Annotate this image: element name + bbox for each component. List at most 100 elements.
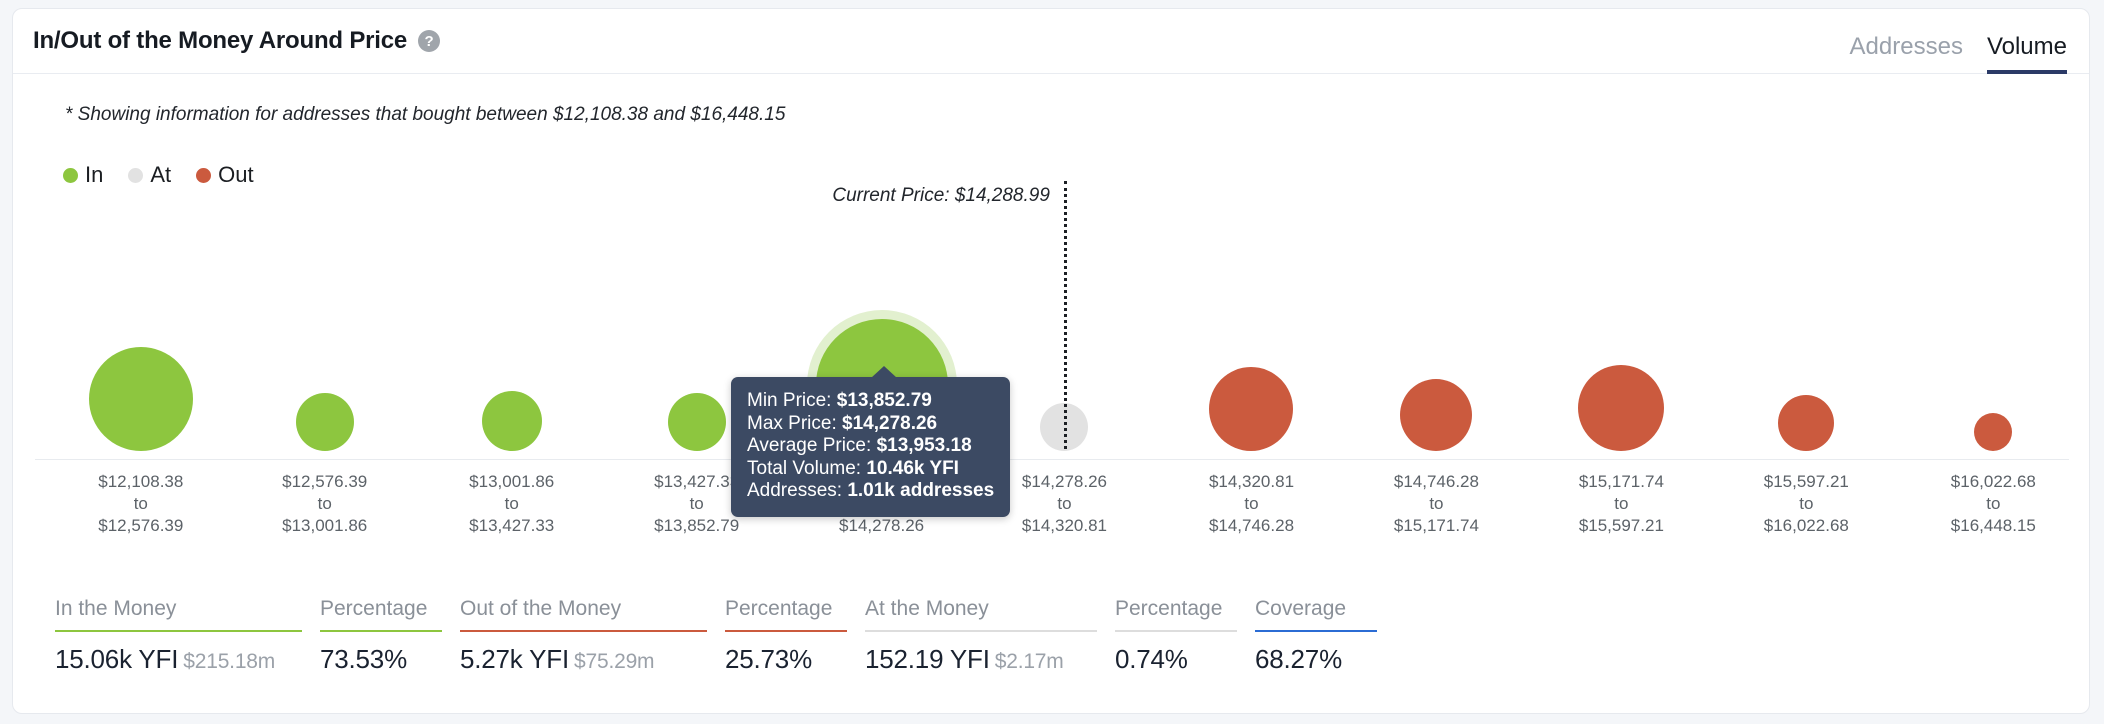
stat-2: Out of the Money 5.27k YFI $75.29m xyxy=(460,597,725,675)
stat-5: Percentage 0.74% xyxy=(1115,597,1255,675)
legend-item-in[interactable]: In xyxy=(63,164,103,186)
bubble-chart: Current Price: $14,288.99 xyxy=(13,181,2089,469)
bubble-out-10[interactable] xyxy=(1974,413,2013,451)
tooltip-arrow-icon xyxy=(871,366,897,378)
legend-item-at[interactable]: At xyxy=(128,164,171,186)
x-label-from: $15,597.21 xyxy=(1763,472,1849,491)
legend-label-out: Out xyxy=(218,162,254,187)
stat-label: Percentage xyxy=(725,597,833,620)
stat-label: Coverage xyxy=(1255,597,1347,620)
x-axis-label-8: $15,171.74 to $15,597.21 xyxy=(1579,471,1664,537)
x-label-from: $16,022.68 xyxy=(1950,472,2036,491)
tab-volume[interactable]: Volume xyxy=(1986,33,2067,74)
stat-value: 5.27k YFI $75.29m xyxy=(460,644,655,674)
tooltip-row-label: Average Price: xyxy=(747,435,877,456)
tab-addresses[interactable]: Addresses xyxy=(1850,33,1963,74)
x-label-to: $13,001.86 xyxy=(282,516,368,535)
x-label-from: $12,576.39 xyxy=(282,472,368,491)
x-label-from: $14,746.28 xyxy=(1393,472,1479,491)
tooltip-row-3: Total Volume: 10.46k YFI xyxy=(747,458,994,481)
legend-dot-at-icon xyxy=(128,167,144,183)
help-circle-icon[interactable]: ? xyxy=(418,30,441,52)
current-price-marker-line xyxy=(1064,181,1068,449)
x-axis-label-1: $12,576.39 to $13,001.86 xyxy=(282,471,367,537)
legend-label-in: In xyxy=(85,162,104,187)
x-label-to-word: to xyxy=(1986,494,2001,513)
legend-dot-in-icon xyxy=(63,167,78,183)
tooltip-row-label: Max Price: xyxy=(747,412,843,434)
x-label-to: $15,171.74 xyxy=(1393,516,1479,535)
x-label-to-word: to xyxy=(504,494,519,513)
stat-label: At the Money xyxy=(865,597,989,620)
stat-label: Percentage xyxy=(1115,597,1223,620)
tooltip-row-value: $14,278.26 xyxy=(842,412,938,434)
chart-plot-area xyxy=(13,209,2089,464)
chart-axis-line xyxy=(35,459,2069,460)
bubble-in-3[interactable] xyxy=(667,393,726,451)
tooltip-row-1: Max Price: $14,278.26 xyxy=(747,413,994,436)
chart-legend: In At Out xyxy=(63,164,272,186)
x-label-to-word: to xyxy=(689,494,704,513)
x-axis-label-5: $14,278.26 to $14,320.81 xyxy=(1022,471,1107,537)
stat-value: 25.73% xyxy=(725,644,812,674)
x-label-to: $16,448.15 xyxy=(1950,516,2036,535)
legend-item-out[interactable]: Out xyxy=(196,162,254,187)
x-label-from: $14,320.81 xyxy=(1208,472,1295,491)
tooltip-row-4: Addresses: 1.01k addresses xyxy=(747,480,994,503)
stat-value: 152.19 YFI $2.17m xyxy=(865,644,1064,674)
title-group: In/Out of the Money Around Price ? xyxy=(33,27,441,55)
tooltip-row-label: Total Volume: xyxy=(747,457,867,479)
card-header: In/Out of the Money Around Price ? Addre… xyxy=(13,9,2089,74)
summary-stats: In the Money 15.06k YFI $215.18m Percentage… xyxy=(55,597,1395,675)
stat-underline xyxy=(1115,630,1237,632)
x-axis-label-6: $14,320.81 to $14,746.28 xyxy=(1209,471,1294,537)
stat-4: At the Money 152.19 YFI $2.17m xyxy=(865,597,1115,675)
x-label-from: $15,171.74 xyxy=(1578,472,1664,491)
x-label-from: $14,278.26 xyxy=(1021,472,1107,491)
tooltip-row-value: $13,953.18 xyxy=(876,435,972,456)
x-label-to-word: to xyxy=(317,494,332,513)
x-label-to-word: to xyxy=(1429,494,1444,513)
x-label-to-word: to xyxy=(1799,494,1814,513)
bubble-out-7[interactable] xyxy=(1400,379,1473,451)
stat-value: 15.06k YFI $215.18m xyxy=(55,644,276,674)
tooltip-row-value: $13,852.79 xyxy=(836,390,932,411)
x-axis-label-10: $16,022.68 to $16,448.15 xyxy=(1951,471,2036,537)
x-label-to: $12,576.39 xyxy=(98,516,184,535)
bubble-out-9[interactable] xyxy=(1778,395,1835,451)
x-axis-label-0: $12,108.38 to $12,576.39 xyxy=(98,471,183,537)
x-label-to: $14,746.28 xyxy=(1208,516,1295,535)
stat-value: 73.53% xyxy=(320,644,407,674)
stat-3: Percentage 25.73% xyxy=(725,597,865,675)
x-label-from: $13,427.33 xyxy=(654,472,740,491)
tooltip-row-0: Min Price: $13,852.79 xyxy=(747,390,994,413)
legend-dot-out-icon xyxy=(196,167,212,183)
bubble-in-0[interactable] xyxy=(88,347,193,451)
x-label-to-word: to xyxy=(1614,494,1629,513)
stat-underline xyxy=(55,630,302,632)
stat-underline xyxy=(725,630,847,632)
x-axis-label-3: $13,427.33 to $13,852.79 xyxy=(654,471,739,537)
x-axis-label-9: $15,597.21 to $16,022.68 xyxy=(1764,471,1849,537)
tooltip-row-value: 1.01k addresses xyxy=(847,480,995,501)
x-label-to: $13,852.79 xyxy=(654,516,740,535)
x-label-to-word: to xyxy=(1057,494,1072,513)
x-axis-label-2: $13,001.86 to $13,427.33 xyxy=(469,471,554,537)
bubble-out-8[interactable] xyxy=(1578,365,1665,451)
stat-label: Out of the Money xyxy=(460,597,622,620)
stat-label: Percentage xyxy=(320,597,428,620)
page-title: In/Out of the Money Around Price xyxy=(33,27,408,54)
stat-0: In the Money 15.06k YFI $215.18m xyxy=(55,597,320,675)
bubble-in-1[interactable] xyxy=(295,393,354,451)
legend-label-at: At xyxy=(150,162,172,187)
bubble-out-6[interactable] xyxy=(1209,367,1294,451)
stat-subvalue: $2.17m xyxy=(994,650,1064,673)
stat-subvalue: $75.29m xyxy=(574,650,655,673)
x-axis-labels: $12,108.38 to $12,576.39 $12,576.39 to $13,00… xyxy=(13,471,2089,541)
bubble-tooltip: Min Price: $13,852.79 Max Price: $14,278.… xyxy=(731,366,1011,517)
tooltip-row-label: Min Price: xyxy=(747,390,837,411)
bubble-in-2[interactable] xyxy=(481,391,542,451)
x-label-from: $12,108.38 xyxy=(98,472,184,491)
in-out-of-money-card: In/Out of the Money Around Price ? Addre… xyxy=(12,8,2090,714)
current-price-annotation: Current Price: $14,288.99 xyxy=(832,185,1050,206)
